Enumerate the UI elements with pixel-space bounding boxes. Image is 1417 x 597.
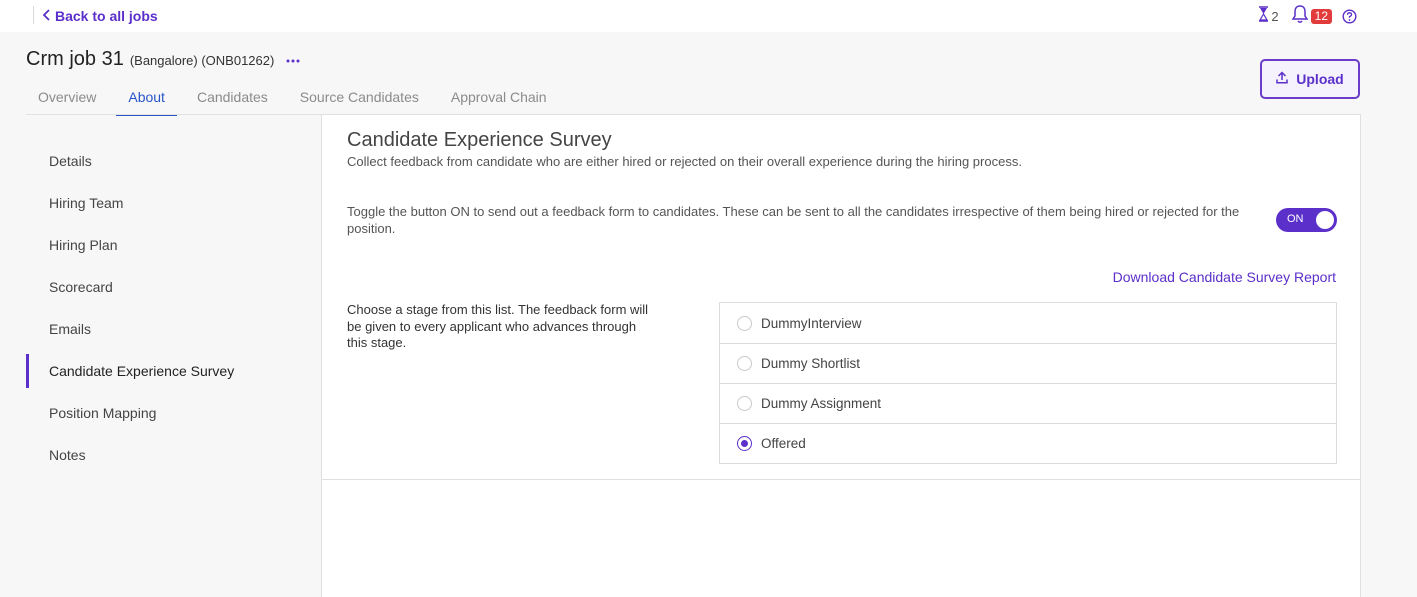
download-survey-report-link[interactable]: Download Candidate Survey Report [1113, 269, 1336, 285]
survey-panel: Candidate Experience Survey Collect feed… [321, 114, 1361, 597]
notifications-button[interactable]: 12 [1291, 4, 1332, 29]
back-to-all-jobs-link[interactable]: Back to all jobs [42, 6, 158, 26]
bell-icon [1291, 4, 1309, 29]
upload-button[interactable]: Upload [1260, 59, 1360, 99]
job-title: Crm job 31 [26, 48, 124, 70]
sidenav-item-hiring-team[interactable]: Hiring Team [26, 182, 322, 224]
tab-overview[interactable]: Overview [26, 82, 108, 116]
more-options-icon[interactable] [286, 59, 300, 63]
tab-source-candidates[interactable]: Source Candidates [288, 82, 431, 116]
stage-label: DummyInterview [761, 315, 862, 331]
sidenav-item-hiring-plan[interactable]: Hiring Plan [26, 224, 322, 266]
sidenav-item-scorecard[interactable]: Scorecard [26, 266, 322, 308]
hourglass-icon [1258, 5, 1269, 27]
pending-count: 2 [1271, 8, 1279, 24]
about-sidenav: Details Hiring Team Hiring Plan Scorecar… [26, 140, 322, 476]
stage-description: Choose a stage from this list. The feedb… [347, 302, 649, 350]
radio-button[interactable] [737, 396, 752, 411]
help-icon[interactable] [1342, 8, 1357, 24]
radio-button-selected[interactable] [737, 436, 752, 451]
back-link-label: Back to all jobs [55, 8, 158, 24]
job-tabs: Overview About Candidates Source Candida… [26, 82, 559, 116]
stage-list: DummyInterview Dummy Shortlist Dummy Ass… [719, 302, 1337, 464]
upload-icon [1276, 71, 1289, 87]
toggle-description: Toggle the button ON to send out a feedb… [347, 204, 1240, 236]
stage-label: Dummy Shortlist [761, 356, 861, 371]
sidenav-item-details[interactable]: Details [26, 140, 322, 182]
stage-option-dummy-interview[interactable]: DummyInterview [720, 303, 1336, 343]
tab-about[interactable]: About [116, 82, 177, 116]
survey-toggle[interactable]: ON [1276, 208, 1337, 232]
top-icons: 2 12 [1258, 4, 1357, 29]
divider [33, 6, 34, 24]
job-header: Crm job 31 (Bangalore) (ONB01262) [26, 48, 300, 74]
radio-button[interactable] [737, 315, 752, 331]
stage-option-dummy-shortlist[interactable]: Dummy Shortlist [720, 343, 1336, 383]
upload-label: Upload [1296, 71, 1344, 87]
job-location-code: (Bangalore) (ONB01262) [129, 53, 275, 68]
sidenav-item-notes[interactable]: Notes [26, 434, 322, 476]
section-subtitle: Collect feedback from candidate who are … [347, 154, 1022, 169]
stage-label: Offered [761, 436, 806, 451]
stage-option-offered[interactable]: Offered [720, 423, 1336, 463]
divider [26, 114, 322, 115]
top-bar: Back to all jobs 2 12 [0, 0, 1417, 32]
sidenav-item-position-mapping[interactable]: Position Mapping [26, 392, 322, 434]
tab-approval-chain[interactable]: Approval Chain [439, 82, 559, 116]
sidenav-item-candidate-experience-survey[interactable]: Candidate Experience Survey [26, 350, 322, 392]
divider [322, 479, 1360, 480]
stage-label: Dummy Assignment [761, 396, 882, 411]
tab-candidates[interactable]: Candidates [185, 82, 280, 116]
radio-button[interactable] [737, 356, 752, 371]
sidenav-item-emails[interactable]: Emails [26, 308, 322, 350]
pending-tasks-button[interactable]: 2 [1258, 5, 1279, 27]
chevron-left-icon [42, 8, 51, 24]
notification-count-badge: 12 [1310, 8, 1332, 24]
toggle-label: ON [1287, 213, 1304, 225]
toggle-knob [1316, 211, 1334, 229]
stage-option-dummy-assignment[interactable]: Dummy Assignment [720, 383, 1336, 423]
section-title: Candidate Experience Survey [347, 129, 612, 151]
